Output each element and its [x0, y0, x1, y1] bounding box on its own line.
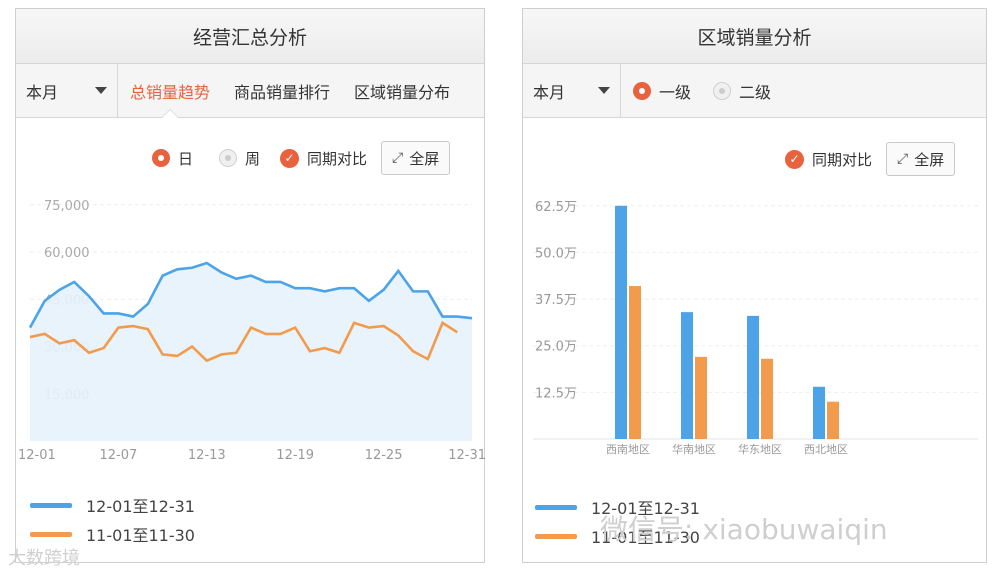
- bar-current: [747, 315, 759, 439]
- y-tick-label: 12.5万: [535, 386, 577, 401]
- fullscreen-button[interactable]: ⤢ 全屏: [886, 142, 956, 176]
- compare-label: 同期对比: [812, 150, 873, 169]
- legend-swatch: [30, 502, 72, 508]
- bar-current: [681, 312, 693, 439]
- compare-toggle[interactable]: ✓ 同期对比: [280, 148, 367, 169]
- y-tick-label: 60,000: [44, 246, 90, 261]
- sales-summary-panel: 经营汇总分析 本月 总销量趋势 商品销量排行 区域销量分布 日 周 ✓ 同期对比…: [15, 8, 486, 563]
- radio-label: 一级: [659, 82, 692, 102]
- panel-title: 经营汇总分析: [16, 9, 484, 64]
- tab-label: 总销量趋势: [130, 82, 211, 102]
- chart-options: ✓ 同期对比 ⤢ 全屏: [785, 142, 956, 176]
- sales-trend-chart: 15,00030,00045,00060,00075,00012-0112-07…: [18, 199, 486, 463]
- x-tick-label: 12-07: [100, 448, 138, 463]
- period-value: 本月: [533, 82, 566, 102]
- y-tick-label: 50.0万: [535, 246, 577, 261]
- checkmark-icon: ✓: [280, 148, 300, 168]
- watermark-right: 微信号: xiaobuwaiqin: [600, 513, 888, 546]
- radio-unselected-icon: [713, 81, 732, 100]
- period-dropdown[interactable]: 本月: [523, 64, 621, 117]
- legend-item-current: 12-01至12-31: [30, 493, 195, 517]
- y-tick-label: 75,000: [44, 199, 90, 214]
- x-tick-label: 华东地区: [738, 442, 782, 456]
- x-tick-label: 12-31: [448, 448, 486, 463]
- region-sales-chart: 12.5万 25.0万 37.5万 50.0万 62.5万西南地区 华南地区 华东地区 西北地…: [533, 200, 978, 456]
- level-radio-group: 一级 二级: [621, 79, 771, 103]
- x-tick-label: 西北地区: [804, 443, 848, 456]
- period-value: 本月: [26, 82, 59, 102]
- bar-current: [615, 205, 627, 439]
- radio-level-2[interactable]: 二级: [713, 79, 771, 103]
- tab-label: 区域销量分布: [354, 82, 451, 102]
- chevron-down-icon: [598, 87, 610, 94]
- compare-toggle[interactable]: ✓ 同期对比: [785, 149, 872, 170]
- y-tick-label: 37.5万: [535, 293, 577, 308]
- radio-week[interactable]: 周: [219, 148, 260, 169]
- x-tick-label: 12-01: [18, 448, 56, 463]
- fullscreen-label: 全屏: [914, 150, 945, 169]
- y-tick-label: 62.5万: [535, 200, 577, 215]
- compare-label: 同期对比: [307, 149, 368, 168]
- legend-swatch: [535, 504, 577, 510]
- x-tick-label: 西南地区: [606, 443, 650, 456]
- radio-label: 周: [245, 149, 261, 168]
- series-area-current: [30, 263, 472, 441]
- x-tick-label: 华南地区: [672, 442, 716, 456]
- radio-day[interactable]: 日: [152, 148, 193, 169]
- radio-selected-icon: [152, 149, 170, 167]
- expand-icon: ⤢: [897, 151, 909, 167]
- legend-label: 12-01至12-31: [86, 497, 195, 516]
- x-tick-label: 12-19: [276, 448, 314, 463]
- y-tick-label: 25.0万: [535, 340, 577, 355]
- bar-previous: [761, 358, 773, 439]
- tab-label: 商品销量排行: [234, 82, 331, 102]
- period-dropdown[interactable]: 本月: [16, 64, 118, 117]
- region-sales-panel: 区域销量分析 本月 一级 二级 ✓ 同期对比 ⤢ 全屏 12.5万 25.0万 37…: [522, 8, 987, 563]
- tab-total-sales-trend[interactable]: 总销量趋势: [118, 64, 222, 117]
- radio-label: 日: [178, 149, 194, 168]
- watermark-left: 大数跨境: [8, 548, 80, 569]
- legend-swatch: [30, 531, 72, 537]
- chart-options: 日 周 ✓ 同期对比 ⤢ 全屏: [152, 141, 451, 175]
- legend-swatch: [535, 533, 577, 539]
- radio-unselected-icon: [219, 149, 238, 167]
- fullscreen-label: 全屏: [409, 149, 440, 168]
- legend-label: 11-01至11-30: [86, 526, 195, 545]
- bar-previous: [695, 356, 707, 439]
- bar-previous: [629, 286, 641, 439]
- expand-icon: ⤢: [392, 150, 404, 166]
- tab-region-distribution[interactable]: 区域销量分布: [342, 64, 462, 117]
- x-tick-label: 12-25: [365, 448, 403, 463]
- chevron-down-icon: [95, 87, 107, 94]
- panel-toolbar: 本月 总销量趋势 商品销量排行 区域销量分布: [16, 64, 484, 118]
- panel-title: 区域销量分析: [523, 9, 986, 64]
- fullscreen-button[interactable]: ⤢ 全屏: [381, 141, 451, 175]
- bar-previous: [827, 401, 839, 439]
- checkmark-icon: ✓: [785, 149, 804, 169]
- radio-level-1[interactable]: 一级: [633, 79, 691, 103]
- radio-selected-icon: [633, 81, 651, 100]
- bar-current: [813, 386, 825, 439]
- tab-product-ranking[interactable]: 商品销量排行: [222, 64, 342, 117]
- panel-toolbar: 本月 一级 二级: [523, 64, 986, 118]
- x-tick-label: 12-13: [188, 448, 226, 463]
- legend-item-previous: 11-01至11-30: [30, 522, 195, 546]
- radio-label: 二级: [739, 82, 772, 102]
